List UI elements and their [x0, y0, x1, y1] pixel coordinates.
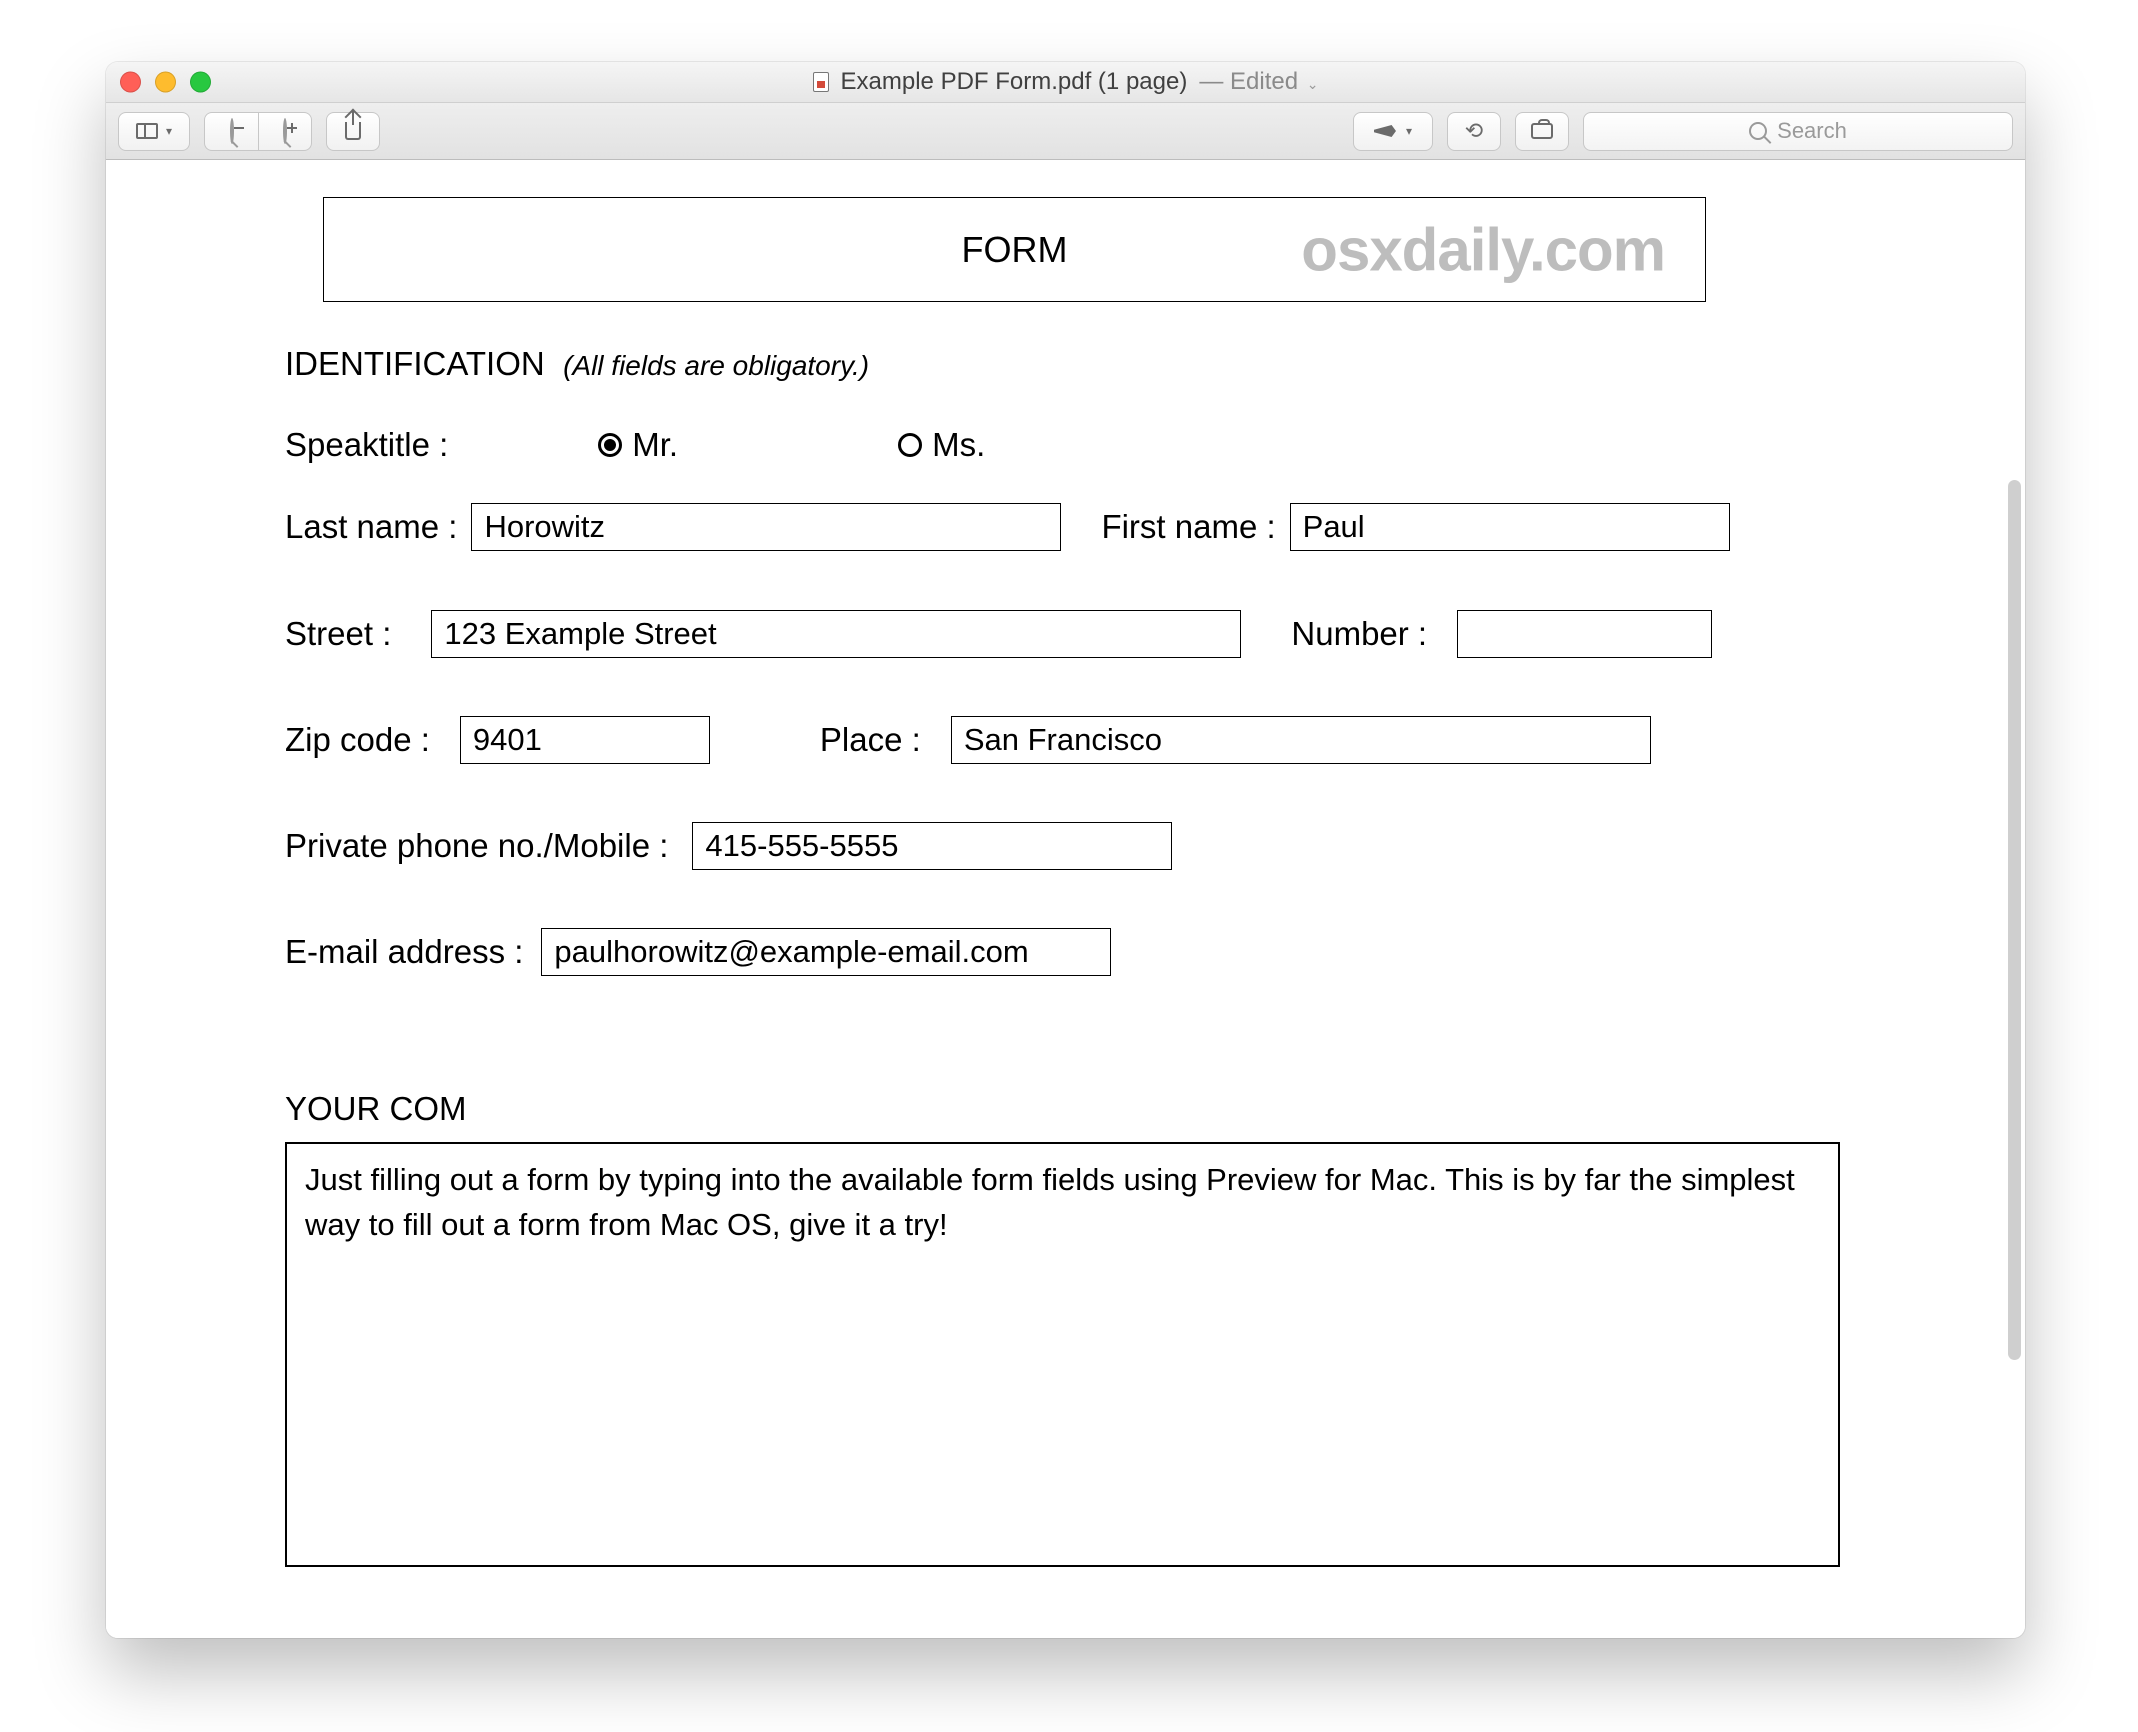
highlight-icon [1374, 125, 1396, 137]
place-label: Place : [820, 721, 921, 759]
street-field[interactable]: 123 Example Street [431, 610, 1241, 658]
form-title-box: FORM osxdaily.com [323, 197, 1706, 302]
speaktitle-label: Speaktitle : [285, 426, 448, 464]
chevron-down-icon: ▾ [1406, 124, 1412, 138]
street-label: Street : [285, 615, 391, 653]
place-field[interactable]: San Francisco [951, 716, 1651, 764]
vertical-scrollbar[interactable] [2008, 480, 2021, 1360]
email-label: E-mail address : [285, 933, 523, 971]
minimize-window-button[interactable] [155, 72, 176, 93]
toolbar: ▾ ▾ ⟲ Search [106, 103, 2025, 160]
zoom-window-button[interactable] [190, 72, 211, 93]
markup-button[interactable]: ▾ [1353, 112, 1433, 151]
toolbox-icon [1531, 123, 1553, 139]
email-field[interactable]: paulhorowitz@example-email.com [541, 928, 1111, 976]
window-title[interactable]: Example PDF Form.pdf (1 page) — Edited ⌄ [813, 68, 1319, 96]
number-label: Number : [1291, 615, 1427, 653]
preview-window: Example PDF Form.pdf (1 page) — Edited ⌄… [106, 62, 2025, 1638]
number-field[interactable] [1457, 610, 1712, 658]
email-row: E-mail address : paulhorowitz@example-em… [285, 928, 1111, 976]
search-field[interactable]: Search [1583, 112, 2013, 151]
rotate-icon: ⟲ [1465, 118, 1483, 144]
zip-label: Zip code : [285, 721, 430, 759]
search-icon [1749, 122, 1767, 140]
chevron-down-icon: ▾ [166, 124, 172, 138]
zoom-out-icon [230, 120, 234, 143]
chevron-down-icon: ⌄ [1307, 76, 1319, 92]
first-name-label: First name : [1101, 508, 1275, 546]
phone-field[interactable]: 415-555-5555 [692, 822, 1172, 870]
zip-row: Zip code : 9401 Place : San Francisco [285, 716, 1651, 764]
radio-icon-checked [598, 433, 622, 457]
zoom-out-button[interactable] [204, 112, 258, 151]
annotation-toolbar-button[interactable] [1515, 112, 1569, 151]
last-name-label: Last name : [285, 508, 457, 546]
search-placeholder: Search [1777, 118, 1847, 144]
comments-field[interactable]: Just filling out a form by typing into t… [285, 1142, 1840, 1567]
phone-row: Private phone no./Mobile : 415-555-5555 [285, 822, 1172, 870]
pdf-page: FORM osxdaily.com IDENTIFICATION (All fi… [106, 160, 2001, 1638]
form-title: FORM [962, 229, 1068, 271]
zoom-segment [204, 112, 312, 151]
sidebar-icon [136, 123, 158, 139]
zoom-in-icon [283, 120, 287, 143]
watermark-text: osxdaily.com [1301, 215, 1665, 284]
speaktitle-row: Speaktitle : Mr. Ms. [285, 426, 985, 464]
share-button[interactable] [326, 112, 380, 151]
first-name-field[interactable]: Paul [1290, 503, 1730, 551]
document-title: Example PDF Form.pdf (1 page) [841, 68, 1188, 96]
radio-icon-unchecked [898, 433, 922, 457]
edited-indicator[interactable]: — Edited ⌄ [1199, 68, 1318, 96]
rotate-button[interactable]: ⟲ [1447, 112, 1501, 151]
identification-heading: IDENTIFICATION (All fields are obligator… [285, 345, 869, 383]
phone-label: Private phone no./Mobile : [285, 827, 668, 865]
last-name-field[interactable]: Horowitz [471, 503, 1061, 551]
share-icon [345, 122, 361, 140]
close-window-button[interactable] [120, 72, 141, 93]
street-row: Street : 123 Example Street Number : [285, 610, 1712, 658]
name-row: Last name : Horowitz First name : Paul [285, 503, 1730, 551]
zoom-in-button[interactable] [258, 112, 312, 151]
titlebar: Example PDF Form.pdf (1 page) — Edited ⌄ [106, 62, 2025, 103]
window-controls [120, 72, 211, 93]
radio-mr[interactable]: Mr. [598, 426, 678, 464]
radio-ms[interactable]: Ms. [898, 426, 985, 464]
comments-heading: YOUR COM [285, 1090, 467, 1128]
pdf-document-icon [813, 72, 829, 92]
zip-field[interactable]: 9401 [460, 716, 710, 764]
sidebar-toggle-button[interactable]: ▾ [118, 112, 190, 151]
document-viewport[interactable]: FORM osxdaily.com IDENTIFICATION (All fi… [106, 160, 2025, 1638]
